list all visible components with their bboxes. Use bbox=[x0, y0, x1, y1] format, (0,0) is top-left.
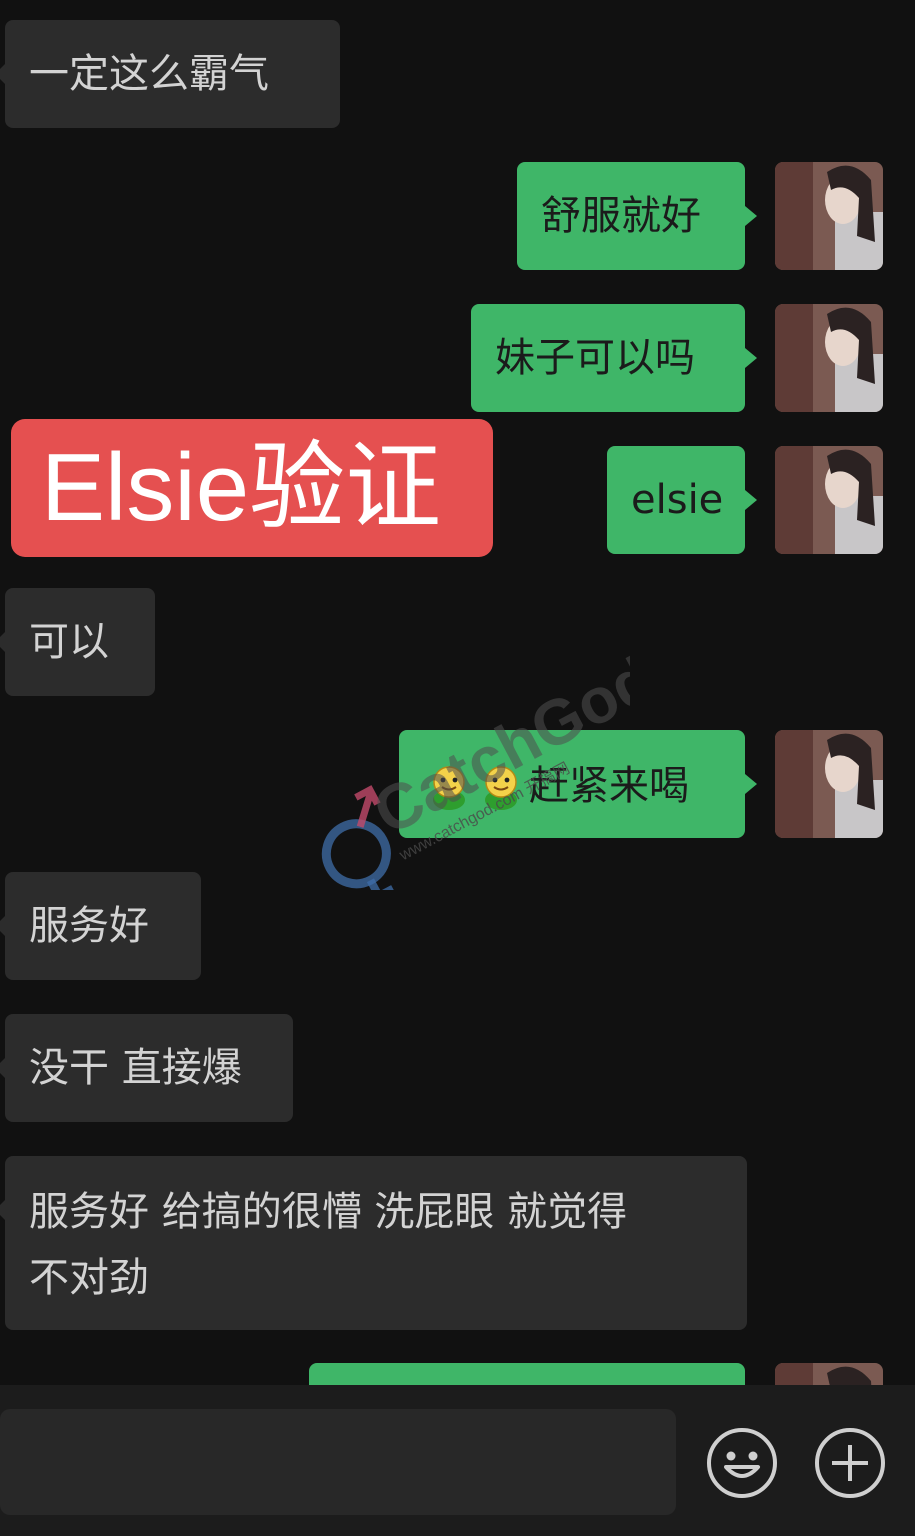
plus-circle-icon bbox=[815, 1428, 885, 1498]
message-input[interactable] bbox=[0, 1409, 676, 1515]
user-avatar[interactable] bbox=[775, 446, 883, 554]
outgoing-message-bubble[interactable] bbox=[309, 1363, 745, 1385]
message-text: 没干 直接爆 bbox=[29, 1045, 242, 1091]
user-avatar[interactable] bbox=[775, 1363, 883, 1385]
green-smiley-emoji-icon bbox=[477, 762, 525, 810]
verification-tag: Elsie验证 bbox=[11, 419, 493, 557]
message-input-bar bbox=[0, 1385, 915, 1536]
message-text: 服务好 bbox=[29, 903, 149, 949]
incoming-message-bubble[interactable]: 服务好 给搞的很懵 洗屁眼 就觉得 不对劲 bbox=[0, 1156, 747, 1330]
user-avatar[interactable] bbox=[775, 730, 883, 838]
incoming-message-bubble[interactable]: 没干 直接爆 bbox=[0, 1014, 293, 1122]
message-text: 一定这么霸气 bbox=[29, 51, 269, 97]
emoji-button[interactable] bbox=[706, 1427, 778, 1499]
message-text: 赶紧来喝 bbox=[529, 763, 689, 809]
user-avatar[interactable] bbox=[775, 304, 883, 412]
message-text: elsie bbox=[631, 477, 724, 523]
outgoing-message-bubble[interactable]: 赶紧来喝 bbox=[399, 730, 757, 838]
add-button[interactable] bbox=[814, 1427, 886, 1499]
incoming-message-bubble[interactable]: 一定这么霸气 bbox=[0, 20, 340, 128]
green-smiley-emoji-icon bbox=[425, 762, 473, 810]
outgoing-message-bubble[interactable]: 舒服就好 bbox=[517, 162, 757, 270]
message-text: 妹子可以吗 bbox=[495, 335, 695, 381]
message-text-line: 不对劲 bbox=[29, 1255, 149, 1301]
user-avatar[interactable] bbox=[775, 162, 883, 270]
smiley-face-icon bbox=[707, 1428, 777, 1498]
outgoing-message-bubble[interactable]: elsie bbox=[607, 446, 757, 554]
incoming-message-bubble[interactable]: 可以 bbox=[0, 588, 155, 696]
message-text-line: 服务好 给搞的很懵 洗屁眼 就觉得 bbox=[29, 1189, 628, 1235]
outgoing-message-bubble[interactable]: 妹子可以吗 bbox=[471, 304, 757, 412]
incoming-message-bubble[interactable]: 服务好 bbox=[0, 872, 201, 980]
chat-message-list[interactable]: 一定这么霸气 舒服就好 妹子可以吗 Elsie验证 elsie 可以 赶紧来喝 bbox=[0, 0, 915, 1385]
message-text: 可以 bbox=[29, 619, 109, 665]
message-text: 舒服就好 bbox=[541, 193, 701, 239]
